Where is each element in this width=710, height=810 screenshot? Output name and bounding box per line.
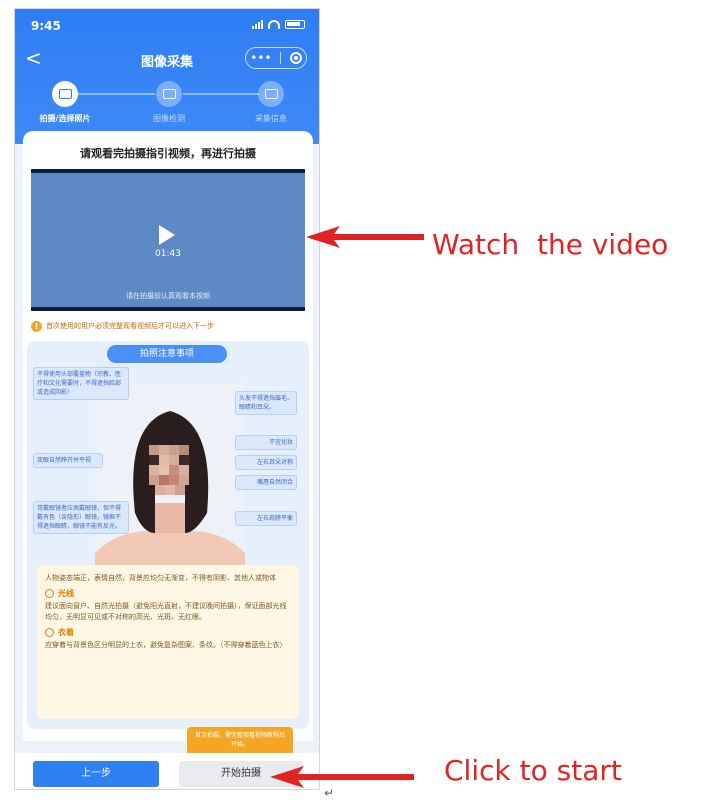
video-duration: 01:43 bbox=[155, 249, 181, 259]
notes-title: 拍照注意事项 bbox=[107, 345, 227, 363]
callout-headwear: 不得使用头部覆盖物（宗教、医疗和文化需要时，不得遮挡脸部或造成阴影） bbox=[33, 367, 129, 400]
step-progress: 拍摄/选择照片 图像检测 采集信息 bbox=[15, 81, 319, 131]
callout-ears: 左右耳朵对称 bbox=[235, 455, 297, 470]
step-photo: 拍摄/选择照片 bbox=[15, 81, 115, 124]
guide-video-player[interactable]: 01:43 请在拍摄前认真观看本视频 bbox=[31, 169, 305, 311]
guide-title: 请观看完拍摄指引视频，再进行拍摄 bbox=[80, 147, 256, 160]
step-info: 采集信息 bbox=[221, 81, 319, 124]
callout-makeup: 不宜化妆 bbox=[235, 435, 297, 450]
clothing-heading: 衣着 bbox=[58, 628, 74, 637]
callout-lips: 嘴唇自然闭合 bbox=[235, 475, 297, 490]
light-heading: 光线 bbox=[58, 589, 74, 598]
watch-video-annotation: Watch the video bbox=[432, 228, 669, 261]
callout-eyes: 双眼自然睁开并平视 bbox=[33, 453, 103, 468]
light-text: 建议面向窗户、自然光拍摄（避免阳光直射，不建议晚间拍摄），保证面部光线均匀，无明… bbox=[45, 602, 287, 621]
nav-bar: < 图像采集 ••• bbox=[15, 47, 319, 73]
callout-hair: 头发不得遮挡眉毛、眼睛和耳朵。 bbox=[235, 391, 297, 415]
app-header: 9:45 < 图像采集 ••• 拍摄/选择照片 图像检测 采集信息 bbox=[15, 9, 319, 144]
face-scan-icon bbox=[162, 89, 176, 99]
start-arrow-icon bbox=[270, 766, 414, 788]
status-time: 9:45 bbox=[31, 19, 61, 33]
click-start-annotation: Click to start bbox=[444, 754, 622, 787]
battery-icon bbox=[285, 19, 305, 29]
mini-program-capsule: ••• bbox=[245, 47, 307, 69]
previous-step-button[interactable]: 上一步 bbox=[33, 761, 159, 787]
notes-details: 人物姿态端正，表情自然，背景应均匀无渐变，不得有阴影、其他人或物体 光线 建议面… bbox=[37, 565, 299, 719]
step-detection: 图像检测 bbox=[119, 81, 219, 124]
status-bar: 9:45 bbox=[31, 19, 305, 35]
content-card: 请观看完拍摄指引视频，再进行拍摄 01:43 请在拍摄前认真观看本视频 ! 首次… bbox=[23, 131, 313, 741]
video-subtitle: 请在拍摄前认真观看本视频 bbox=[126, 292, 210, 300]
sun-icon bbox=[45, 589, 54, 598]
warning-icon: ! bbox=[31, 320, 42, 332]
photo-notes-panel: 拍照注意事项 不得使用头部覆盖物（宗教、医疗和文化需要时，不得遮挡脸部或造成阴影… bbox=[27, 341, 309, 729]
callout-glasses: 常戴眼镜者应佩戴眼镜，但不得戴有色（含隐形）眼镜，镜框不得遮挡眼睛，眼镜不能有反… bbox=[33, 501, 129, 534]
posture-text: 人物姿态端正，表情自然，背景应均匀无渐变，不得有阴影、其他人或物体 bbox=[45, 574, 276, 582]
close-mini-program-icon[interactable] bbox=[289, 52, 302, 64]
photo-icon bbox=[58, 89, 72, 99]
shirt-icon bbox=[45, 628, 54, 637]
clothing-text: 应穿着与背景色区分明显的上衣，避免复杂图案、条纹。（不得穿着蓝色上衣） bbox=[45, 641, 287, 649]
play-icon[interactable] bbox=[159, 225, 175, 245]
watch-arrow-icon bbox=[306, 226, 424, 248]
wifi-icon bbox=[268, 19, 280, 29]
first-use-tip: ! 首次使用的用户必须完整观看视频后才可以进入下一步 bbox=[31, 319, 305, 333]
phone-screen: 9:45 < 图像采集 ••• 拍摄/选择照片 图像检测 采集信息 请观看完拍摄… bbox=[14, 8, 320, 790]
signal-icon bbox=[252, 19, 263, 29]
sample-portrait bbox=[95, 383, 245, 579]
info-card-icon bbox=[264, 89, 278, 99]
more-menu-icon[interactable]: ••• bbox=[250, 51, 271, 65]
callout-shoulders: 左右肩膀平衡 bbox=[235, 511, 297, 526]
portrait-image bbox=[95, 383, 245, 579]
return-mark: ↵ bbox=[324, 786, 335, 800]
